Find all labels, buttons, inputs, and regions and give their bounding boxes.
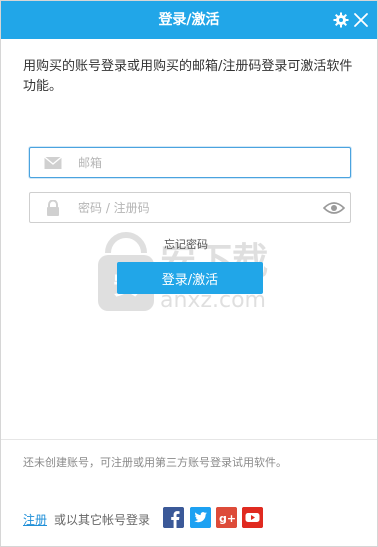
login-activate-button[interactable]: 登录/激活 — [117, 262, 263, 294]
envelope-icon — [44, 156, 62, 169]
youtube-icon[interactable] — [242, 507, 263, 528]
password-field[interactable] — [29, 192, 351, 223]
title-bar: 登录/激活 — [1, 1, 377, 39]
email-field[interactable] — [29, 147, 351, 178]
forgot-password-link[interactable]: 忘记密码 — [164, 236, 208, 252]
password-input[interactable] — [78, 197, 318, 219]
twitter-icon[interactable] — [190, 507, 211, 528]
register-hint: 还未创建账号，可注册或用第三方账号登录试用软件。 — [23, 456, 287, 469]
google-plus-icon[interactable]: g+ — [216, 507, 237, 528]
gear-icon[interactable] — [333, 12, 349, 28]
window-title: 登录/激活 — [158, 12, 220, 28]
activation-description: 用购买的账号登录或用购买的邮箱/注册码登录可激活软件功能。 — [23, 59, 353, 94]
facebook-icon[interactable] — [163, 507, 184, 528]
login-window: 登录/激活 用购买的账号登录或用购买的邮箱/注册码登录可激活软件功能。 邮箱 a… — [0, 0, 378, 547]
eye-icon[interactable] — [323, 201, 345, 215]
lock-icon — [47, 200, 59, 216]
register-link[interactable]: 注册 — [23, 511, 47, 528]
svg-text:g+: g+ — [219, 512, 236, 525]
footer-divider — [1, 439, 377, 440]
email-input[interactable] — [78, 152, 318, 174]
close-icon[interactable] — [353, 12, 369, 28]
other-login-label: 或以其它帐号登录 — [54, 513, 151, 527]
